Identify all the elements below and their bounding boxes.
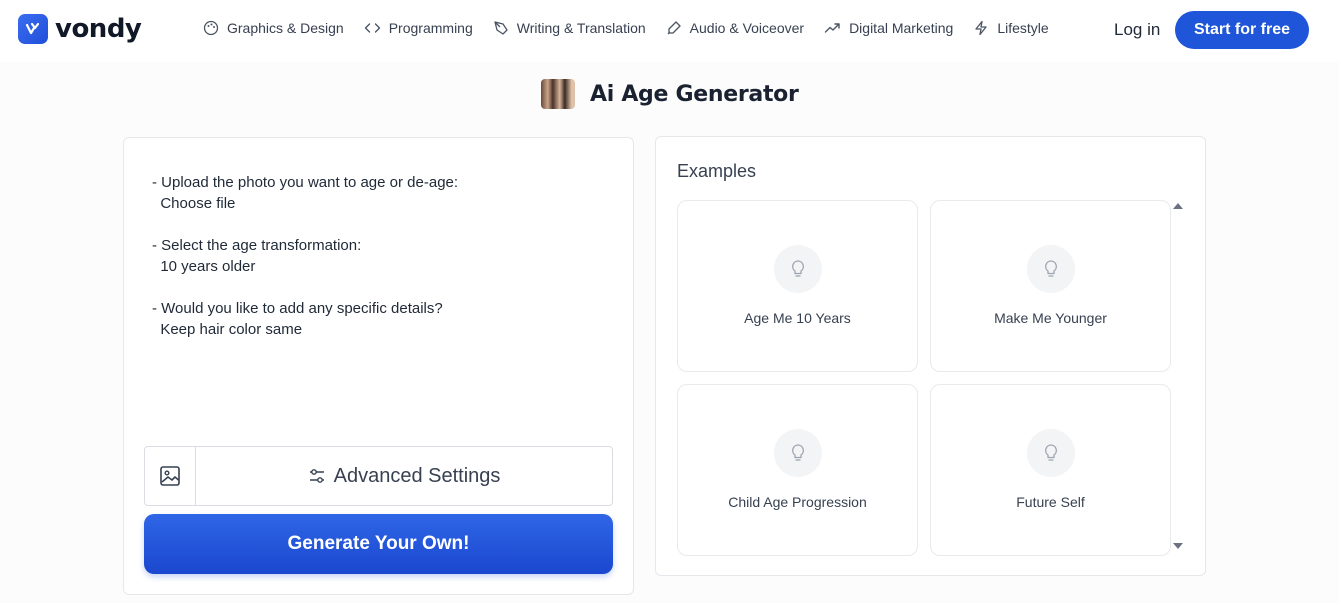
lightbulb-icon [1027, 429, 1075, 477]
nav-item-label: Audio & Voiceover [689, 20, 805, 36]
start-for-free-button[interactable]: Start for free [1175, 11, 1309, 49]
prompt-panel: - Upload the photo you want to age or de… [123, 137, 634, 595]
pen-nib-icon [494, 21, 508, 35]
prompt-line [152, 277, 458, 298]
example-card-label: Child Age Progression [728, 494, 867, 510]
prompt-line: - Select the age transformation: [152, 237, 362, 254]
nav-item-digital-marketing[interactable]: Digital Marketing [824, 20, 953, 36]
examples-title: Examples [677, 161, 757, 181]
example-card-label: Future Self [1016, 494, 1085, 510]
examples-panel: Examples Age Me 10 Years Make Me Younger… [655, 136, 1206, 576]
lightning-icon [975, 20, 987, 36]
nav-item-label: Programming [388, 20, 473, 36]
generate-button[interactable]: Generate Your Own! [144, 514, 613, 574]
prompt-line: - Upload the photo you want to age or de… [152, 174, 459, 191]
example-card-age-me-10-years[interactable]: Age Me 10 Years [677, 200, 918, 372]
lightbulb-icon [1027, 245, 1075, 293]
prompt-line [152, 214, 458, 235]
prompt-toolbar: Advanced Settings [144, 446, 613, 506]
nav-item-writing-translation[interactable]: Writing & Translation [493, 20, 646, 36]
example-card-make-me-younger[interactable]: Make Me Younger [930, 200, 1171, 372]
example-card-child-age-progression[interactable]: Child Age Progression [677, 384, 918, 556]
palette-icon [203, 20, 219, 36]
advanced-settings-button[interactable]: Advanced Settings [196, 447, 612, 505]
age-faces-thumbnail [541, 79, 575, 109]
vondy-logo-icon [18, 14, 48, 44]
advanced-settings-label: Advanced Settings [333, 464, 501, 487]
nav-item-label: Digital Marketing [849, 20, 954, 36]
nav-item-lifestyle[interactable]: Lifestyle [973, 20, 1049, 36]
login-link[interactable]: Log in [1114, 20, 1160, 40]
category-menu: Graphics & Design Programming Writing & … [203, 20, 1069, 36]
upload-image-button[interactable] [145, 447, 196, 505]
top-navbar: vondy Graphics & Design Programming Writ… [0, 0, 1339, 62]
vondy-logo[interactable]: vondy [18, 14, 142, 44]
prompt-line: 10 years older [152, 258, 256, 275]
lightbulb-icon [774, 245, 822, 293]
prompt-line: Choose file [152, 195, 236, 212]
brand-name: vondy [55, 14, 142, 44]
example-card-label: Age Me 10 Years [744, 310, 851, 326]
microphone-icon [667, 21, 681, 35]
prompt-textarea[interactable]: - Upload the photo you want to age or de… [152, 172, 458, 340]
image-icon [160, 466, 180, 486]
lightbulb-icon [774, 429, 822, 477]
nav-item-label: Graphics & Design [227, 20, 344, 36]
example-card-future-self[interactable]: Future Self [930, 384, 1171, 556]
code-icon [364, 23, 380, 33]
trend-up-icon [824, 23, 840, 33]
sliders-icon [309, 469, 324, 483]
scroll-down-arrow-icon[interactable] [1173, 543, 1183, 549]
page-header: Ai Age Generator [541, 79, 799, 109]
nav-item-audio-voiceover[interactable]: Audio & Voiceover [666, 20, 804, 36]
prompt-line: Keep hair color same [152, 321, 303, 338]
nav-item-label: Lifestyle [997, 20, 1049, 36]
nav-item-label: Writing & Translation [516, 20, 646, 36]
nav-item-programming[interactable]: Programming [364, 20, 473, 36]
example-card-label: Make Me Younger [994, 310, 1107, 326]
prompt-line: - Would you like to add any specific det… [152, 300, 443, 317]
scroll-up-arrow-icon[interactable] [1173, 203, 1183, 209]
nav-item-graphics-design[interactable]: Graphics & Design [203, 20, 344, 36]
page-title: Ai Age Generator [590, 81, 799, 107]
